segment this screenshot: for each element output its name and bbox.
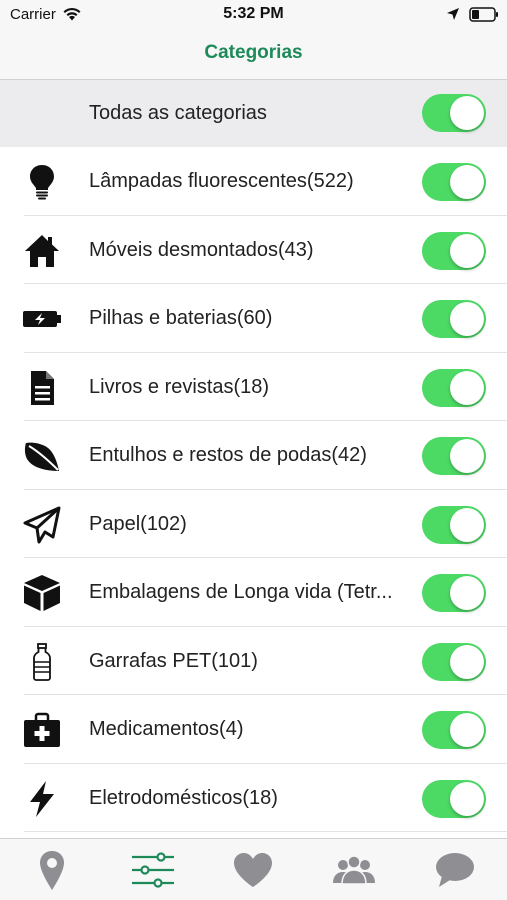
toggle-knob <box>450 165 484 199</box>
location-arrow-icon <box>447 8 459 20</box>
chat-bubble-icon <box>436 853 474 887</box>
tab-bar <box>0 838 507 900</box>
sliders-icon <box>132 852 174 888</box>
category-label: Lâmpadas fluorescentes(522) <box>89 170 354 192</box>
all-categories-toggle[interactable] <box>422 94 486 132</box>
navigation-bar: Categorias <box>0 30 507 80</box>
category-toggle[interactable] <box>422 711 486 749</box>
category-toggle[interactable] <box>422 505 486 544</box>
toggle-knob <box>450 96 484 130</box>
users-icon <box>333 855 375 885</box>
leaf-icon <box>24 442 60 471</box>
category-row-embalagens[interactable]: Embalagens de Longa vida (Tetr... <box>0 558 507 627</box>
toggle-knob <box>450 302 484 336</box>
toggle-knob <box>450 439 484 473</box>
toggle-knob <box>450 576 484 610</box>
lightning-icon <box>30 780 54 817</box>
page-title: Categorias <box>204 42 303 63</box>
all-categories-label: Todas as categorias <box>89 102 267 124</box>
category-label: Móveis desmontados(43) <box>89 238 314 261</box>
tab-community[interactable] <box>329 849 379 891</box>
category-row-livros[interactable]: Livros e revistas(18) <box>0 352 507 421</box>
category-toggle[interactable] <box>422 779 486 818</box>
category-toggle[interactable] <box>422 231 486 270</box>
category-toggle[interactable] <box>422 163 486 201</box>
heart-icon <box>234 853 272 887</box>
category-row-medicamentos[interactable]: Medicamentos(4) <box>0 695 507 764</box>
category-toggle[interactable] <box>422 574 486 612</box>
tab-favorites[interactable] <box>228 849 278 891</box>
bottle-icon <box>33 642 51 681</box>
category-row-entulhos[interactable]: Entulhos e restos de podas(42) <box>0 421 507 490</box>
category-row-pilhas[interactable]: Pilhas e baterias(60) <box>0 284 507 353</box>
map-pin-icon <box>40 851 64 890</box>
tab-chat[interactable] <box>430 849 480 891</box>
toggle-knob <box>450 370 484 405</box>
category-list: Lâmpadas fluorescentes(522) Móveis desmo… <box>0 147 507 832</box>
category-row-eletrodomesticos[interactable]: Eletrodomésticos(18) <box>0 763 507 832</box>
toggle-knob <box>450 507 484 542</box>
toggle-knob <box>450 644 484 679</box>
category-toggle[interactable] <box>422 437 486 475</box>
category-row-lampadas[interactable]: Lâmpadas fluorescentes(522) <box>0 147 507 216</box>
category-row-garrafas[interactable]: Garrafas PET(101) <box>0 626 507 695</box>
category-label: Papel(102) <box>89 512 187 535</box>
tab-categories[interactable] <box>128 849 178 891</box>
toggle-knob <box>450 713 484 747</box>
tab-map[interactable] <box>27 849 77 891</box>
category-label: Entulhos e restos de podas(42) <box>89 444 367 466</box>
lightbulb-icon <box>30 165 54 200</box>
category-label: Eletrodomésticos(18) <box>89 786 278 809</box>
status-time: 5:32 PM <box>223 5 284 22</box>
category-row-moveis[interactable]: Móveis desmontados(43) <box>0 215 507 284</box>
battery-icon <box>23 311 61 327</box>
paper-plane-icon <box>23 506 61 543</box>
category-label: Garrafas PET(101) <box>89 649 258 672</box>
category-row-papel[interactable]: Papel(102) <box>0 489 507 558</box>
toggle-knob <box>450 781 484 816</box>
all-categories-row[interactable]: Todas as categorias <box>0 80 507 147</box>
category-label: Embalagens de Longa vida (Tetr... <box>89 581 393 603</box>
category-label: Pilhas e baterias(60) <box>89 307 273 329</box>
box-icon <box>24 575 60 611</box>
category-toggle[interactable] <box>422 642 486 681</box>
category-toggle[interactable] <box>422 300 486 338</box>
category-toggle[interactable] <box>422 368 486 407</box>
category-label: Livros e revistas(18) <box>89 375 270 398</box>
document-icon <box>31 370 54 405</box>
medkit-icon <box>24 712 60 747</box>
battery-status-icon <box>469 7 498 22</box>
status-bar: Carrier 5:32 PM <box>0 0 507 30</box>
toggle-knob <box>450 233 484 268</box>
house-icon <box>25 234 59 267</box>
category-label: Medicamentos(4) <box>89 718 244 740</box>
